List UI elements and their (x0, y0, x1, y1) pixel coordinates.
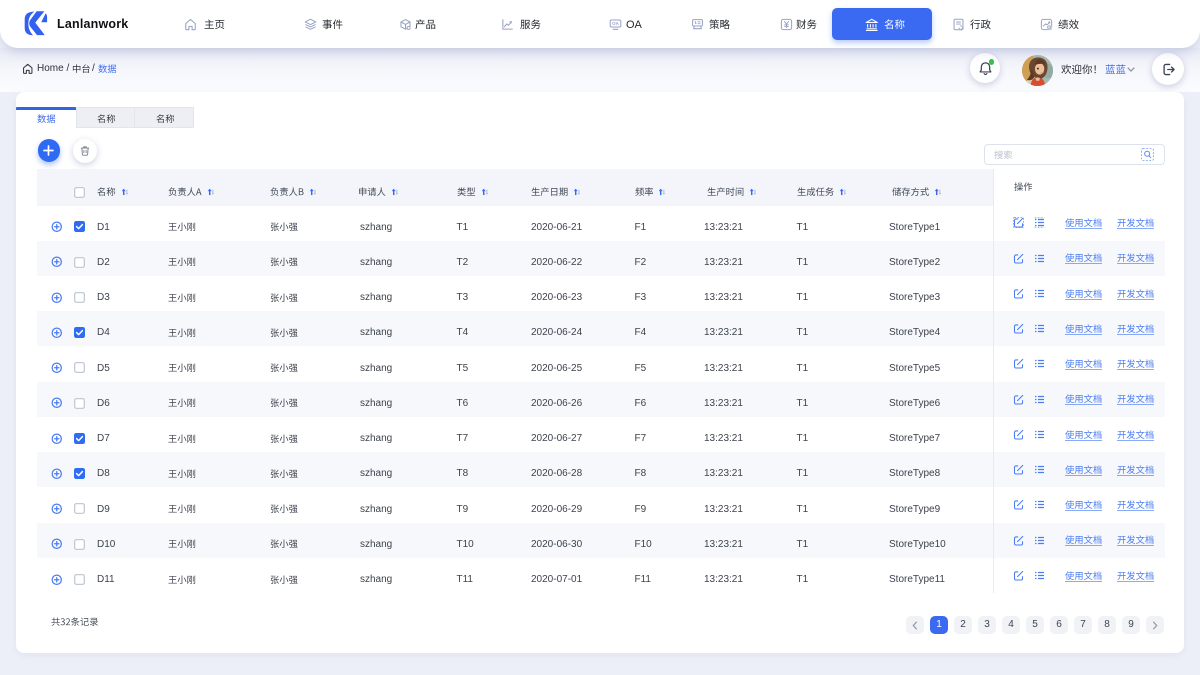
svg-text:OA: OA (612, 21, 619, 26)
